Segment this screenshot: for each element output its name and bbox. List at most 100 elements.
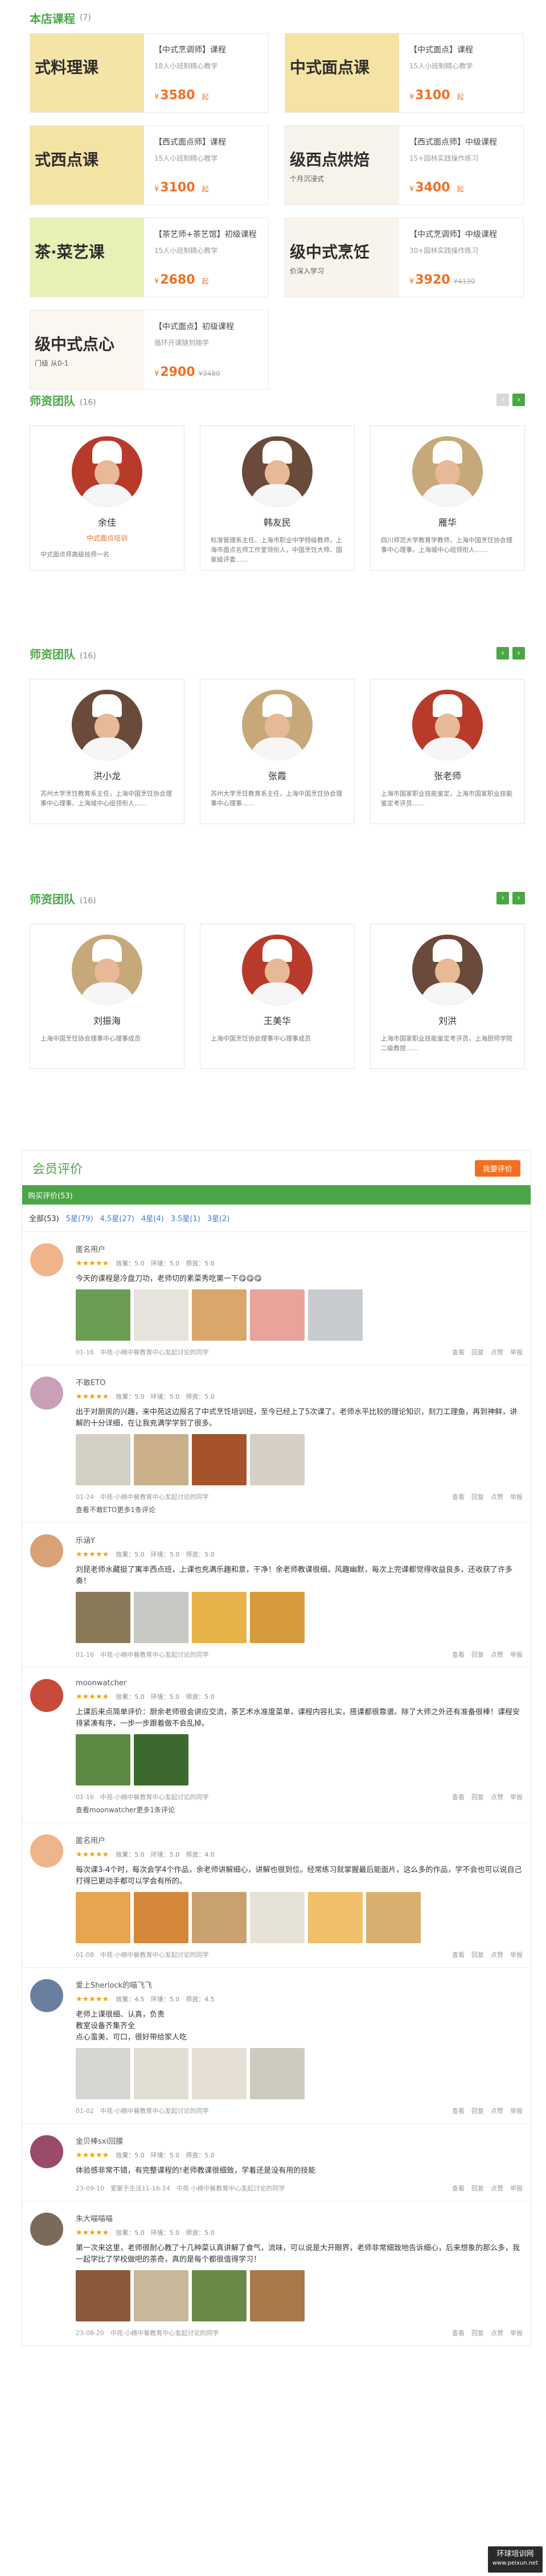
review-action-link[interactable]: 查看 — [452, 1792, 465, 1801]
review-action-link[interactable]: 查看 — [452, 1650, 465, 1659]
course-card[interactable]: 式西点课 【西式面点师】课程 15人小班制精心教学 ¥3100 起 — [30, 125, 269, 205]
teacher-name[interactable]: 张老师 — [371, 768, 524, 782]
rating-filter[interactable]: 5星(79) — [66, 1213, 93, 1223]
review-action-link[interactable]: 回复 — [471, 1950, 484, 1959]
review-photo[interactable] — [308, 1289, 363, 1341]
review-action-link[interactable]: 举报 — [510, 2106, 523, 2115]
review-photo[interactable] — [76, 2048, 130, 2099]
course-thumbnail[interactable]: 级中式点心 门级 从0-1 — [30, 310, 144, 389]
review-photo[interactable] — [250, 1434, 305, 1485]
next-arrow-icon[interactable]: › — [512, 394, 525, 406]
user-avatar[interactable] — [30, 2213, 63, 2246]
review-action-link[interactable]: 查看 — [452, 1348, 465, 1357]
review-action-link[interactable]: 点赞 — [491, 1650, 503, 1659]
review-action-link[interactable]: 查看 — [452, 1492, 465, 1501]
review-photo[interactable] — [134, 2270, 188, 2321]
review-action-link[interactable]: 举报 — [510, 2184, 523, 2193]
review-action-link[interactable]: 回复 — [471, 1492, 484, 1501]
teacher-name[interactable]: 余佳 — [30, 515, 184, 529]
teacher-card[interactable]: 韩友民 标准管理系主任、上海市职业中学特级教师，上海市面点名师工作室领衔人，中国烹… — [200, 425, 355, 571]
next-arrow-icon[interactable]: › — [512, 647, 525, 660]
review-action-link[interactable]: 查看 — [452, 2106, 465, 2115]
review-photo[interactable] — [134, 1592, 188, 1643]
review-photo[interactable] — [134, 1434, 188, 1485]
review-action-link[interactable]: 举报 — [510, 2328, 523, 2337]
review-photo[interactable] — [192, 2270, 247, 2321]
review-action-link[interactable]: 查看 — [452, 1950, 465, 1959]
review-photo[interactable] — [250, 1892, 305, 1943]
review-photo[interactable] — [76, 1592, 130, 1643]
review-photo[interactable] — [192, 1892, 247, 1943]
review-photo[interactable] — [192, 1289, 247, 1341]
review-action-link[interactable]: 点赞 — [491, 1348, 503, 1357]
user-name[interactable]: moonwatcher — [76, 1679, 523, 1688]
prev-arrow-icon[interactable]: ‹ — [496, 647, 509, 660]
review-photo[interactable] — [134, 1892, 188, 1943]
user-name[interactable]: 乐涵Y — [76, 1534, 523, 1545]
tab-purchase-reviews[interactable]: 购买评价(53) — [28, 1190, 73, 1201]
teacher-card[interactable]: 刘洪 上海市国家职业技能鉴定考评员，上海厨师学院二级教授…… — [370, 924, 525, 1069]
teacher-avatar[interactable] — [412, 935, 483, 1005]
teacher-avatar[interactable] — [72, 935, 142, 1005]
review-photo[interactable] — [76, 1289, 130, 1341]
review-action-link[interactable]: 举报 — [510, 1792, 523, 1801]
next-arrow-icon[interactable]: › — [512, 892, 525, 904]
review-photo[interactable] — [308, 1892, 363, 1943]
teacher-avatar[interactable] — [412, 690, 483, 760]
rating-filter[interactable]: 3.5星(1) — [171, 1213, 200, 1223]
more-comments-link[interactable]: 查看不敢ETO更多1条评论 — [76, 1505, 523, 1514]
review-photo[interactable] — [250, 1289, 305, 1341]
user-name[interactable]: 朱大喵喵喵 — [76, 2213, 523, 2223]
more-comments-link[interactable]: 查看moonwatcher更多1条评论 — [76, 1805, 523, 1815]
teacher-avatar[interactable] — [242, 935, 313, 1005]
course-card[interactable]: 级中式点心 门级 从0-1 【中式面点】初级课程 循环开课随到随学 ¥2900 ¥3480 — [30, 310, 269, 390]
review-photo[interactable] — [192, 2048, 247, 2099]
review-photo[interactable] — [134, 2048, 188, 2099]
course-title[interactable]: 【西式面点师】课程 — [154, 137, 262, 148]
review-action-link[interactable]: 举报 — [510, 1950, 523, 1959]
teacher-card[interactable]: 雁华 四川师范大学教育学教师，上海中国烹饪协会理事中心理事，上海城中心组领衔人…… — [370, 425, 525, 571]
review-action-link[interactable]: 回复 — [471, 1792, 484, 1801]
review-action-link[interactable]: 点赞 — [491, 1792, 503, 1801]
review-action-link[interactable]: 查看 — [452, 2184, 465, 2193]
course-thumbnail[interactable]: 级西点烘焙 个月沉浸式 — [285, 126, 399, 204]
teacher-avatar[interactable] — [72, 690, 142, 760]
review-action-link[interactable]: 回复 — [471, 2106, 484, 2115]
user-avatar[interactable] — [30, 1979, 63, 2012]
prev-arrow-icon[interactable]: ‹ — [496, 892, 509, 904]
review-photo[interactable] — [250, 2048, 305, 2099]
user-avatar[interactable] — [30, 1679, 63, 1712]
review-photo[interactable] — [76, 2270, 130, 2321]
review-action-link[interactable]: 举报 — [510, 1348, 523, 1357]
teacher-avatar[interactable] — [72, 436, 142, 507]
teacher-name[interactable]: 张霞 — [200, 768, 354, 782]
review-photo[interactable] — [76, 1434, 130, 1485]
user-avatar[interactable] — [30, 1534, 63, 1567]
course-title[interactable]: 【茶艺师+茶艺馆】初级课程 — [154, 230, 262, 240]
rating-filter[interactable]: 3星(2) — [207, 1213, 230, 1223]
review-photo[interactable] — [366, 1892, 421, 1943]
course-card[interactable]: 中式面点课 【中式面点】课程 15人小班制精心教学 ¥3100 起 — [285, 33, 524, 113]
review-action-link[interactable]: 查看 — [452, 2328, 465, 2337]
teacher-card[interactable]: 刘振海 上海中国烹饪协会理事中心理事成员 — [30, 924, 184, 1069]
review-photo[interactable] — [134, 1289, 188, 1341]
course-title[interactable]: 【西式面点师】中级课程 — [409, 137, 518, 148]
course-title[interactable]: 【中式面点】课程 — [409, 45, 518, 55]
review-action-link[interactable]: 回复 — [471, 1348, 484, 1357]
rating-filter[interactable]: 全部(53) — [29, 1213, 59, 1223]
rating-filter[interactable]: 4星(4) — [141, 1213, 164, 1223]
review-action-link[interactable]: 回复 — [471, 2184, 484, 2193]
course-thumbnail[interactable]: 级中式烹饪 价深入学习 — [285, 218, 399, 297]
review-action-link[interactable]: 点赞 — [491, 1950, 503, 1959]
user-avatar[interactable] — [30, 1834, 63, 1868]
review-photo[interactable] — [250, 1592, 305, 1643]
course-title[interactable]: 【中式面点】初级课程 — [154, 322, 262, 332]
teacher-avatar[interactable] — [412, 436, 483, 507]
teacher-name[interactable]: 刘振海 — [30, 1013, 184, 1027]
course-card[interactable]: 级中式烹饪 价深入学习 【中式烹调师】中级课程 30+园林实践操作练习 ¥3920 ¥41… — [285, 218, 524, 297]
course-thumbnail[interactable]: 茶·菜艺课 — [30, 218, 144, 297]
course-thumbnail[interactable]: 式料理课 — [30, 34, 144, 112]
user-name[interactable]: 不敢ETO — [76, 1377, 523, 1387]
write-review-button[interactable]: 我要评价 — [474, 1160, 520, 1177]
user-avatar[interactable] — [30, 1377, 63, 1410]
